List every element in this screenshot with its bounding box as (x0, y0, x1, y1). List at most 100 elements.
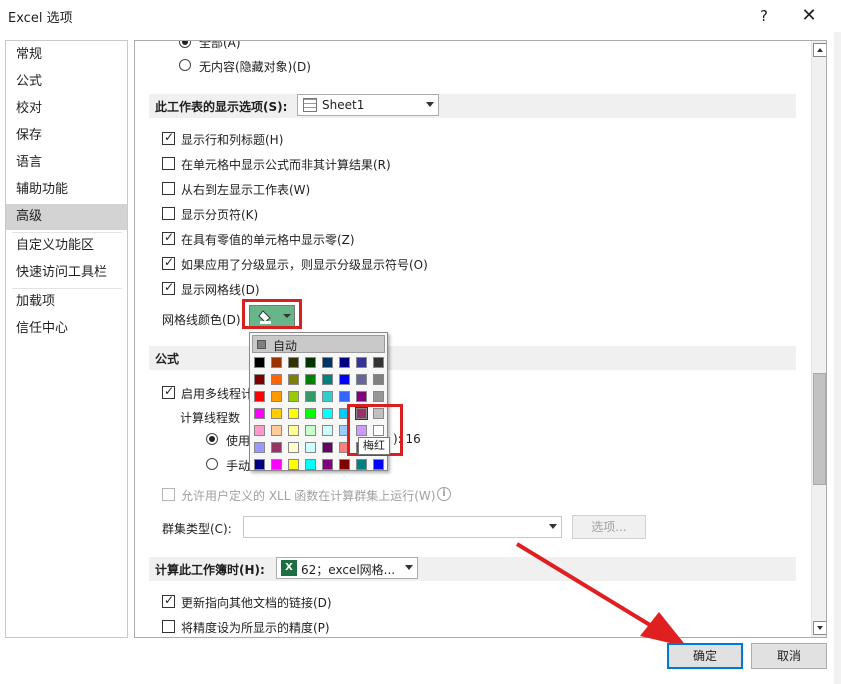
cluster-options-button[interactable]: 选项... (572, 515, 646, 539)
color-swatch[interactable] (254, 442, 265, 453)
color-swatch[interactable] (254, 408, 265, 419)
color-swatch[interactable] (339, 459, 350, 470)
color-swatch[interactable] (305, 357, 316, 368)
precision-label: 将精度设为所显示的精度(P) (181, 621, 330, 635)
sidebar-item-formulas[interactable]: 公式 (6, 69, 127, 95)
chevron-down-icon (549, 524, 557, 529)
scroll-down-button[interactable] (813, 621, 826, 635)
precision-checkbox[interactable] (162, 620, 175, 633)
background-excel-strip (834, 32, 841, 684)
close-button[interactable]: ✕ (796, 4, 822, 28)
workbook-select[interactable]: X 62；excel网格... (276, 557, 418, 579)
window-title: Excel 选项 (8, 11, 73, 26)
color-swatch[interactable] (373, 459, 384, 470)
show-headers-checkbox[interactable] (162, 130, 175, 145)
show-formulas-checkbox[interactable] (162, 157, 175, 170)
cancel-button[interactable]: 取消 (751, 643, 827, 669)
color-swatch[interactable] (322, 442, 333, 453)
color-swatch[interactable] (271, 442, 282, 453)
color-swatch[interactable] (271, 357, 282, 368)
sidebar-item-addins[interactable]: 加载项 (6, 289, 127, 315)
color-swatch[interactable] (305, 391, 316, 402)
excel-icon: X (281, 560, 297, 576)
chevron-down-icon (405, 565, 413, 570)
multithread-checkbox[interactable] (162, 384, 175, 399)
right-to-left-checkbox[interactable] (162, 182, 175, 195)
color-swatch[interactable] (356, 391, 367, 402)
threads-manual-radio[interactable] (206, 458, 218, 470)
objects-all-radio[interactable] (179, 41, 191, 48)
color-swatch[interactable] (254, 357, 265, 368)
color-swatch[interactable] (288, 459, 299, 470)
color-swatch[interactable] (305, 374, 316, 385)
sidebar-item-proofing[interactable]: 校对 (6, 96, 127, 122)
show-zero-checkbox[interactable] (162, 230, 175, 245)
multithread-label: 启用多线程计 (181, 387, 254, 401)
sidebar-item-trust-center[interactable]: 信任中心 (6, 316, 127, 342)
color-swatch[interactable] (305, 408, 316, 419)
color-swatch[interactable] (271, 374, 282, 385)
color-swatch[interactable] (288, 357, 299, 368)
color-swatch[interactable] (271, 408, 282, 419)
color-swatch[interactable] (322, 391, 333, 402)
palette-auto-option[interactable]: 自动 (252, 335, 385, 353)
sidebar-item-quick-access[interactable]: 快速访问工具栏 (6, 260, 127, 286)
color-swatch[interactable] (288, 425, 299, 436)
color-swatch[interactable] (271, 459, 282, 470)
xll-cluster-checkbox[interactable] (162, 488, 175, 501)
sidebar-item-language[interactable]: 语言 (6, 150, 127, 176)
page-breaks-label: 显示分页符(K) (181, 208, 259, 222)
color-swatch[interactable] (322, 459, 333, 470)
page-breaks-checkbox[interactable] (162, 207, 175, 220)
color-swatch[interactable] (305, 425, 316, 436)
cluster-type-select[interactable] (243, 516, 562, 538)
color-swatch[interactable] (288, 374, 299, 385)
color-swatch[interactable] (339, 357, 350, 368)
color-swatch[interactable] (356, 459, 367, 470)
color-swatch[interactable] (305, 442, 316, 453)
color-swatch[interactable] (254, 459, 265, 470)
color-swatch[interactable] (322, 357, 333, 368)
sidebar-item-accessibility[interactable]: 辅助功能 (6, 177, 127, 203)
update-links-checkbox[interactable] (162, 593, 175, 608)
color-swatch[interactable] (356, 374, 367, 385)
color-swatch[interactable] (254, 425, 265, 436)
sidebar-item-customize-ribbon[interactable]: 自定义功能区 (6, 233, 127, 259)
color-swatch[interactable] (339, 374, 350, 385)
show-gridlines-checkbox[interactable] (162, 280, 175, 295)
color-swatch[interactable] (288, 408, 299, 419)
scrollbar-thumb[interactable] (813, 373, 826, 485)
sheet-select-value: Sheet1 (322, 98, 365, 112)
sheet-select[interactable]: Sheet1 (297, 94, 439, 116)
scroll-up-button[interactable] (813, 43, 826, 57)
color-swatch[interactable] (254, 391, 265, 402)
help-button[interactable]: ? (752, 4, 776, 28)
color-swatch[interactable] (322, 408, 333, 419)
color-swatch[interactable] (254, 374, 265, 385)
options-panel: 全部(A) 无内容(隐藏对象)(D) 此工作表的显示选项(S): Sheet1 … (134, 40, 827, 638)
objects-nothing-radio[interactable] (179, 59, 191, 71)
color-swatch[interactable] (356, 357, 367, 368)
color-swatch[interactable] (373, 374, 384, 385)
sidebar-item-save[interactable]: 保存 (6, 123, 127, 149)
color-swatch[interactable] (373, 391, 384, 402)
show-headers-label: 显示行和列标题(H) (181, 133, 284, 147)
vertical-scrollbar[interactable] (811, 41, 826, 637)
color-swatch[interactable] (373, 357, 384, 368)
title-bar: Excel 选项 ? ✕ (0, 0, 841, 32)
sidebar-item-general[interactable]: 常规 (6, 42, 127, 68)
threads-use-all-radio[interactable] (206, 433, 218, 445)
ok-button[interactable]: 确定 (667, 643, 743, 669)
sidebar-item-advanced[interactable]: 高级 (6, 204, 127, 230)
outline-symbols-checkbox[interactable] (162, 255, 175, 270)
color-swatch[interactable] (271, 391, 282, 402)
color-swatch[interactable] (271, 425, 282, 436)
color-swatch[interactable] (339, 391, 350, 402)
color-swatch[interactable] (288, 391, 299, 402)
color-swatch[interactable] (322, 374, 333, 385)
xll-cluster-label: 允许用户定义的 XLL 函数在计算群集上运行(W) (181, 489, 436, 503)
objects-nothing-label: 无内容(隐藏对象)(D) (199, 60, 311, 74)
color-swatch[interactable] (322, 425, 333, 436)
color-swatch[interactable] (305, 459, 316, 470)
color-swatch[interactable] (288, 442, 299, 453)
